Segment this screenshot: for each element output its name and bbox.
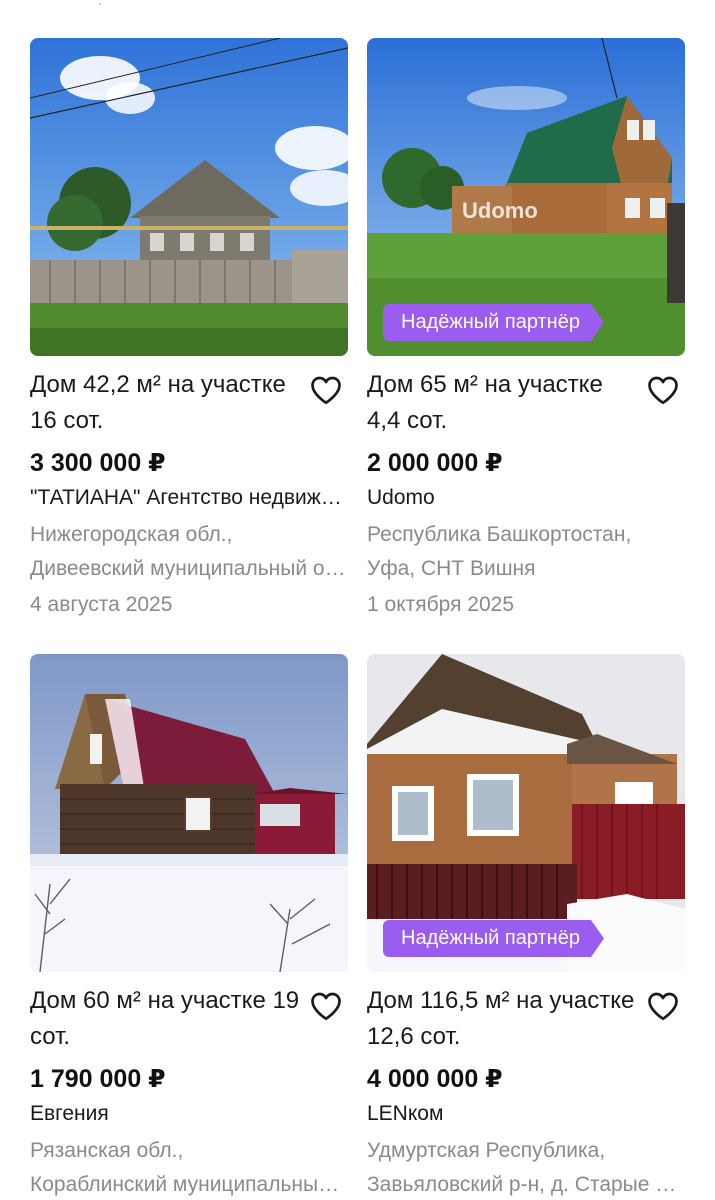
trusted-partner-badge: Надёжный партнёр bbox=[383, 304, 604, 341]
listing-title[interactable]: Дом 60 м² на участке 19 сот. bbox=[30, 983, 300, 1055]
listing-address: Рязанская обл., Кораблинский муниципальн… bbox=[30, 1134, 348, 1200]
listing-address: Республика Башкортостан, Уфа, СНТ Вишня bbox=[367, 518, 685, 586]
house-photo-summer bbox=[30, 38, 348, 356]
listing-date: 1 октября 2025 bbox=[367, 593, 514, 616]
address-line-2: Уфа, СНТ Вишня bbox=[367, 557, 536, 580]
listing-address: Удмуртская Республика, Завьяловский р-н,… bbox=[367, 1134, 685, 1200]
status-dot bbox=[99, 3, 101, 5]
listing-seller: Евгения bbox=[30, 1102, 109, 1125]
listing-address: Нижегородская обл., Дивеевский муниципал… bbox=[30, 518, 348, 586]
listing-title[interactable]: Дом 65 м² на участке 4,4 сот. bbox=[367, 367, 637, 439]
heart-outline-icon[interactable] bbox=[308, 988, 344, 1024]
heart-outline-icon[interactable] bbox=[645, 988, 681, 1024]
listing-price: 1 790 000 ₽ bbox=[30, 1065, 166, 1093]
listing-price: 2 000 000 ₽ bbox=[367, 449, 503, 477]
listing-photo[interactable] bbox=[30, 38, 348, 356]
listing-photo[interactable] bbox=[30, 654, 348, 972]
address-line-2: Дивеевский муниципальный округ bbox=[30, 557, 348, 580]
address-line-1: Нижегородская обл., bbox=[30, 523, 233, 546]
udomo-watermark: Udomo bbox=[462, 198, 538, 223]
listing-date: 4 августа 2025 bbox=[30, 593, 173, 616]
listing-title[interactable]: Дом 116,5 м² на участке 12,6 сот. bbox=[367, 983, 637, 1055]
listing-seller: "ТАТИАНА" Агентство недвижимости bbox=[30, 486, 348, 509]
house-photo-winter bbox=[30, 654, 348, 972]
address-line-2: Завьяловский р-н, д. Старые Кены bbox=[367, 1173, 685, 1196]
listing-price: 3 300 000 ₽ bbox=[30, 449, 166, 477]
listing-price: 4 000 000 ₽ bbox=[367, 1065, 503, 1093]
trusted-partner-badge: Надёжный партнёр bbox=[383, 920, 604, 957]
listing-seller: Udomo bbox=[367, 486, 435, 509]
address-line-1: Рязанская обл., bbox=[30, 1139, 184, 1162]
listing-seller: LENком bbox=[367, 1102, 444, 1125]
heart-outline-icon[interactable] bbox=[308, 372, 344, 408]
address-line-2: Кораблинский муниципальный округ bbox=[30, 1173, 348, 1196]
heart-outline-icon[interactable] bbox=[645, 372, 681, 408]
listing-title[interactable]: Дом 42,2 м² на участке 16 сот. bbox=[30, 367, 300, 439]
address-line-1: Республика Башкортостан, bbox=[367, 523, 632, 546]
address-line-1: Удмуртская Республика, bbox=[367, 1139, 606, 1162]
